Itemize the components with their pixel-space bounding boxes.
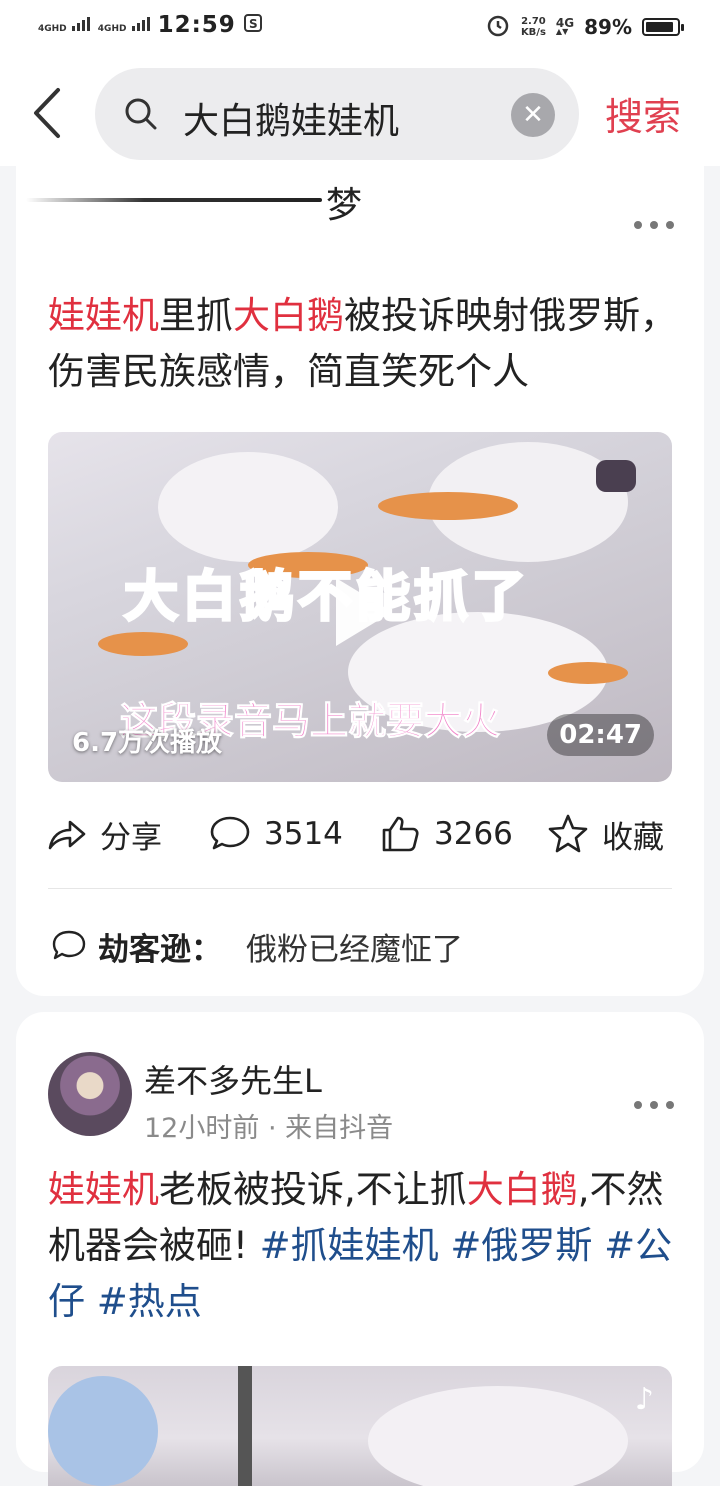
network-speed: 2.70 KB/s — [520, 16, 546, 38]
comment-bubble-icon — [52, 930, 86, 960]
notification-icon: S — [243, 13, 262, 37]
comment-button[interactable]: 3514 — [208, 806, 343, 862]
search-input[interactable]: 大白鹅娃娃机 ✕ — [95, 68, 579, 160]
douyin-logo-icon: ♪ — [634, 1382, 654, 1417]
close-icon: ✕ — [522, 100, 544, 130]
post-card[interactable]: 梦 娃娃机里抓大白鹅被投诉映射俄罗斯，伤害民族感情，简直笑死个人 大白鹅不能抓了… — [16, 166, 704, 996]
camera-icon — [596, 460, 636, 492]
post-meta: 12小时前 · 来自抖音 — [144, 1113, 394, 1144]
battery-icon — [642, 18, 684, 36]
video-overlay-title: 大白鹅不能抓了 — [123, 564, 530, 630]
previous-post-text: 梦 — [326, 185, 363, 226]
battery-percent: 89% — [584, 15, 632, 39]
clock: 12:59 — [157, 12, 236, 38]
divider — [48, 888, 672, 889]
svg-text:S: S — [249, 17, 258, 31]
status-left: 4GHD 4GHD 12:59 S — [38, 12, 262, 38]
hashtag-link[interactable]: #俄罗斯 — [450, 1224, 592, 1267]
goose-plush-image — [378, 492, 518, 520]
video-duration: 02:47 — [547, 714, 654, 756]
like-count: 3266 — [434, 816, 513, 852]
alarm-icon — [485, 12, 511, 42]
comment-author[interactable]: 劫客逊： — [98, 924, 222, 969]
share-label: 分享 — [100, 819, 162, 856]
previous-post-tail: 梦 — [26, 176, 376, 226]
favorite-button[interactable]: 收藏 — [546, 806, 664, 862]
clear-search-button[interactable]: ✕ — [511, 93, 555, 137]
author-name[interactable]: 差不多先生L — [144, 1056, 322, 1102]
star-icon — [548, 814, 588, 853]
share-button[interactable]: 分享 — [44, 806, 162, 862]
comment-icon — [210, 816, 250, 850]
network-indicator-1: 4GHD — [38, 16, 90, 34]
share-icon — [48, 820, 86, 850]
signal-icon — [131, 16, 150, 31]
highlight-keyword: 娃娃机 — [48, 294, 159, 337]
title-text: 老板被投诉,不让抓 — [159, 1168, 467, 1211]
like-button[interactable]: 3266 — [378, 806, 513, 862]
network-indicator-2: 4GHD — [98, 16, 150, 34]
avatar[interactable] — [48, 1052, 132, 1136]
video-thumbnail[interactable]: ♪ — [48, 1366, 672, 1486]
title-text — [85, 1280, 97, 1323]
signal-icon — [71, 16, 90, 31]
goose-plush-image — [98, 632, 188, 656]
status-bar: 4GHD 4GHD 12:59 S 2.70 KB/s 4G ▲▼ 89% — [0, 0, 720, 58]
post-title[interactable]: 娃娃机里抓大白鹅被投诉映射俄罗斯，伤害民族感情，简直笑死个人 — [48, 288, 678, 400]
title-text — [439, 1224, 451, 1267]
network-indicator-3: 4G ▲▼ — [555, 16, 575, 36]
search-button[interactable]: 搜索 — [605, 86, 681, 141]
thumbs-up-icon — [382, 816, 419, 852]
back-arrow-icon — [34, 88, 60, 138]
hashtag-link[interactable]: #抓娃娃机 — [260, 1224, 439, 1267]
plush-toy-image — [368, 1386, 628, 1486]
hashtag-link[interactable]: #热点 — [97, 1280, 202, 1323]
post-card[interactable]: 差不多先生L 12小时前 · 来自抖音 娃娃机老板被投诉,不让抓大白鹅,不然机器… — [16, 1012, 704, 1486]
title-text — [592, 1224, 604, 1267]
goose-plush-image — [158, 452, 338, 562]
comment-count: 3514 — [264, 816, 343, 852]
video-thumbnail[interactable]: 大白鹅不能抓了 这段录音马上就要大火 6.7万次播放 02:47 — [48, 432, 672, 782]
claw-image — [238, 1366, 252, 1486]
more-options-icon[interactable] — [634, 1098, 674, 1112]
view-count: 6.7万次播放 — [72, 728, 223, 758]
action-bar: 分享 3514 3266 收藏 — [44, 806, 684, 862]
favorite-label: 收藏 — [602, 819, 664, 856]
highlight-keyword: 大白鹅 — [233, 294, 344, 337]
plush-toy-image — [48, 1376, 158, 1486]
title-text: 里抓 — [159, 294, 233, 337]
post-title[interactable]: 娃娃机老板被投诉,不让抓大白鹅,不然机器会被砸! #抓娃娃机 #俄罗斯 #公仔 … — [48, 1162, 678, 1330]
highlight-keyword: 娃娃机 — [48, 1168, 159, 1211]
search-header: 大白鹅娃娃机 ✕ 搜索 — [0, 58, 720, 166]
search-icon — [125, 98, 157, 130]
more-options-icon[interactable] — [634, 218, 674, 232]
comment-text: 俄粉已经魔怔了 — [246, 931, 463, 968]
back-button[interactable] — [28, 86, 68, 140]
goose-plush-image — [548, 662, 628, 684]
search-query: 大白鹅娃娃机 — [183, 101, 400, 142]
top-comment[interactable]: 劫客逊： 俄粉已经魔怔了 — [50, 918, 463, 974]
divider-line — [26, 198, 322, 202]
status-right: 2.70 KB/s 4G ▲▼ 89% — [485, 12, 684, 42]
play-icon[interactable] — [336, 578, 392, 646]
highlight-keyword: 大白鹅 — [466, 1168, 578, 1211]
